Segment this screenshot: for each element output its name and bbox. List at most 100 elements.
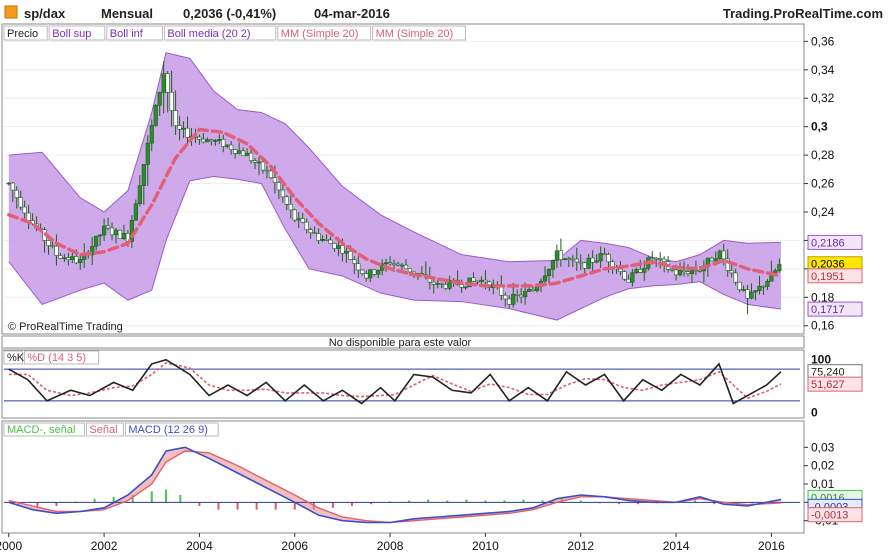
candle-body: [471, 277, 476, 282]
candle-body: [598, 253, 603, 262]
macd-histogram-bar: [236, 502, 239, 510]
candle-body: [515, 294, 520, 296]
candle-body: [757, 285, 762, 291]
candle-body: [737, 281, 742, 291]
candle-body: [550, 260, 556, 270]
badge-ma: 0,1951: [811, 271, 845, 283]
candle-body: [316, 233, 321, 241]
candle-body: [213, 140, 218, 142]
candle-body: [272, 177, 277, 183]
candle-body: [237, 150, 242, 154]
candle-body: [618, 268, 623, 272]
candle-body: [197, 136, 202, 140]
legend-label: Precio: [7, 28, 38, 40]
candle-body: [360, 269, 365, 274]
macd-panel[interactable]: [1, 420, 805, 534]
candle-body: [221, 139, 226, 147]
candle-body: [642, 268, 647, 273]
candle-body: [141, 164, 146, 186]
candle-body: [225, 144, 230, 147]
candle-body: [292, 209, 297, 221]
candle-body: [300, 218, 305, 223]
candle-body: [10, 182, 15, 191]
candle-body: [681, 270, 687, 272]
candle-body: [344, 251, 349, 254]
candle-body: [66, 257, 71, 260]
legend-label: MM (Simple 20): [281, 28, 359, 40]
date-label: 04-mar-2016: [314, 6, 390, 21]
candle-body: [662, 258, 667, 262]
candle-body: [105, 225, 111, 229]
candle-body: [523, 291, 528, 298]
macd-tick-label: 0,03: [811, 440, 835, 454]
candle-body: [630, 272, 635, 283]
candle-body: [268, 170, 274, 179]
macd-tick-label: 0,01: [811, 477, 835, 491]
stoch-legend: %K %D (14 3 5): [3, 350, 100, 365]
candle-body: [606, 254, 611, 263]
price-tick-label: 0,28: [811, 148, 835, 162]
legend-label: Boll sup: [52, 28, 91, 40]
candle-body: [519, 294, 524, 298]
x-tick-label: 2006: [281, 539, 308, 553]
macd-histogram-bar: [93, 498, 96, 503]
candle-body: [499, 286, 504, 296]
stoch-panel[interactable]: [1, 349, 805, 419]
macd-histogram-bar: [179, 495, 182, 503]
candle-body: [689, 269, 695, 274]
candle-body: [244, 152, 250, 156]
candle-body: [542, 275, 548, 282]
candle-body: [233, 149, 238, 154]
candle-body: [185, 127, 190, 138]
candle-body: [256, 161, 262, 164]
candle-body: [22, 206, 27, 214]
candle-body: [6, 182, 11, 185]
candle-body: [729, 270, 734, 274]
candle-body: [745, 289, 750, 299]
candle-body: [594, 260, 599, 263]
candle-body: [209, 139, 214, 142]
candle-body: [590, 257, 595, 263]
legend-label: Boll media (20 2): [167, 28, 250, 40]
candle-body: [602, 253, 607, 255]
candle-body: [284, 196, 289, 205]
candle-body: [18, 197, 23, 208]
candle-body: [622, 271, 627, 280]
candle-body: [658, 258, 663, 260]
candle-body: [336, 245, 341, 249]
candle-body: [713, 258, 718, 262]
macd-histogram-bar: [274, 502, 277, 510]
macd-histogram-bar: [255, 502, 258, 510]
candle-body: [252, 160, 258, 163]
candle-body: [733, 272, 738, 283]
candle-body: [697, 270, 703, 272]
candle-body: [276, 182, 281, 191]
candle-body: [58, 255, 63, 259]
candle-body: [46, 240, 51, 246]
candle-body: [431, 281, 436, 285]
candle-body: [527, 289, 532, 292]
candle-body: [320, 238, 325, 241]
x-axis: 2000 2002 2004 2006 2008 2010 2012 2014 2016: [0, 533, 785, 553]
candle-body: [340, 245, 345, 254]
candle-body: [98, 234, 103, 237]
stoch-tick-label: 0: [811, 405, 818, 419]
candle-body: [407, 268, 413, 273]
candle-body: [479, 279, 484, 282]
price-tick-label: 0,34: [811, 63, 835, 77]
candle-body: [586, 257, 591, 269]
macd-histogram-bar: [165, 489, 168, 503]
candle-body: [109, 227, 115, 236]
legend-label: MM (Simple 20): [376, 28, 454, 40]
candle-body: [399, 264, 405, 267]
candle-body: [201, 138, 206, 143]
candle-body: [773, 270, 778, 273]
not-available-note: No disponible para este valor: [329, 337, 472, 349]
candle-body: [288, 204, 293, 211]
price-tick-label: 0,32: [811, 91, 835, 105]
macd-histogram-bar: [198, 502, 201, 506]
candle-body: [368, 269, 373, 279]
x-tick-label: 2010: [472, 539, 499, 553]
x-tick-label: 2008: [377, 539, 404, 553]
badge-boll-sup: 0,2186: [811, 237, 845, 249]
